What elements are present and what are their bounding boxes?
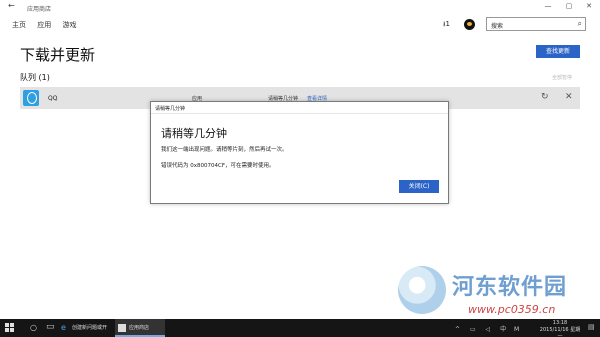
title-bar: ← 应用商店 — ▢ ✕ — [0, 0, 600, 14]
window-title: 应用商店 — [27, 6, 52, 13]
clock[interactable]: 13:18 2015/11/16 星期一 — [538, 320, 582, 337]
dialog-close-button[interactable]: 关闭(C) — [399, 180, 439, 193]
minimize-button[interactable]: — — [541, 2, 555, 10]
ime-mode-icon[interactable]: M — [514, 326, 519, 333]
edge-icon: e — [61, 323, 66, 332]
taskbar: ○ ▭ e 创建新问题或开始... 应用商店 ^ ▭ ◁ 中 M 13:18 2… — [0, 319, 600, 337]
avatar[interactable] — [464, 19, 475, 30]
top-nav: 主页 应用 游戏 — [12, 20, 85, 30]
dialog-title: 请稍等几分钟 — [151, 102, 448, 114]
system-tray[interactable]: ^ ▭ ◁ 中 M — [455, 324, 519, 333]
error-dialog: 请稍等几分钟 请稍等几分钟 我们这一端出现问题。请稍等片刻，然后再试一次。 错误… — [150, 101, 449, 204]
queue-heading: 队列 (1) — [20, 73, 50, 82]
dialog-heading: 请稍等几分钟 — [161, 127, 227, 140]
clock-date: 2015/11/16 星期一 — [539, 327, 581, 337]
watermark-logo-icon — [398, 266, 446, 314]
windows-start-icon[interactable] — [5, 323, 15, 333]
search-text: 搜索 — [491, 23, 504, 30]
taskbar-task-store[interactable]: 应用商店 — [115, 319, 165, 337]
taskbar-task-edge[interactable]: e 创建新问题或开始... — [58, 319, 114, 337]
ime-indicator[interactable]: 中 — [500, 326, 506, 333]
back-arrow-icon[interactable]: ← — [8, 2, 15, 10]
store-window: ← 应用商店 — ▢ ✕ 主页 应用 游戏 ⭳1 搜索 ⌕ 下载并更新 查找更新… — [0, 0, 600, 319]
downloads-count: 1 — [445, 20, 450, 28]
maximize-button[interactable]: ▢ — [562, 2, 576, 10]
pause-all-link[interactable]: 全部暂停 — [552, 74, 572, 81]
nav-apps[interactable]: 应用 — [37, 21, 51, 29]
page-title: 下载并更新 — [20, 46, 96, 64]
clock-time: 13:18 — [552, 320, 568, 326]
watermark-site: www.pc0359.cn — [468, 303, 556, 316]
check-updates-button[interactable]: 查找更新 — [536, 45, 580, 58]
task-view-icon[interactable]: ▭ — [46, 322, 55, 332]
app-name: QQ — [48, 95, 58, 102]
qq-icon — [23, 90, 39, 106]
search-input[interactable]: 搜索 ⌕ — [486, 17, 586, 31]
task-label: 创建新问题或开始... — [72, 325, 108, 331]
store-icon — [118, 324, 126, 332]
close-window-button[interactable]: ✕ — [582, 2, 596, 10]
downloads-indicator[interactable]: ⭳1 — [443, 20, 450, 31]
notification-icon[interactable]: ▤ — [588, 323, 595, 331]
network-icon[interactable]: ▭ — [470, 326, 476, 333]
cancel-icon[interactable]: ✕ — [565, 92, 573, 102]
taskbar-search-icon[interactable]: ○ — [30, 323, 37, 332]
dialog-message: 我们这一端出现问题。请稍等片刻，然后再试一次。 — [161, 147, 288, 153]
dialog-error-code: 错误代码为 0x800704CF，可在需要时使用。 — [161, 163, 275, 169]
tray-up-icon[interactable]: ^ — [455, 326, 460, 333]
task-label: 应用商店 — [129, 325, 150, 331]
volume-icon[interactable]: ◁ — [486, 326, 491, 333]
retry-icon[interactable]: ↻ — [541, 92, 549, 102]
search-icon[interactable]: ⌕ — [578, 19, 582, 29]
nav-home[interactable]: 主页 — [12, 21, 26, 29]
watermark-brand: 河东软件园 — [452, 275, 568, 300]
watermark: 河东软件园 www.pc0359.cn — [398, 262, 598, 319]
nav-games[interactable]: 游戏 — [62, 21, 76, 29]
